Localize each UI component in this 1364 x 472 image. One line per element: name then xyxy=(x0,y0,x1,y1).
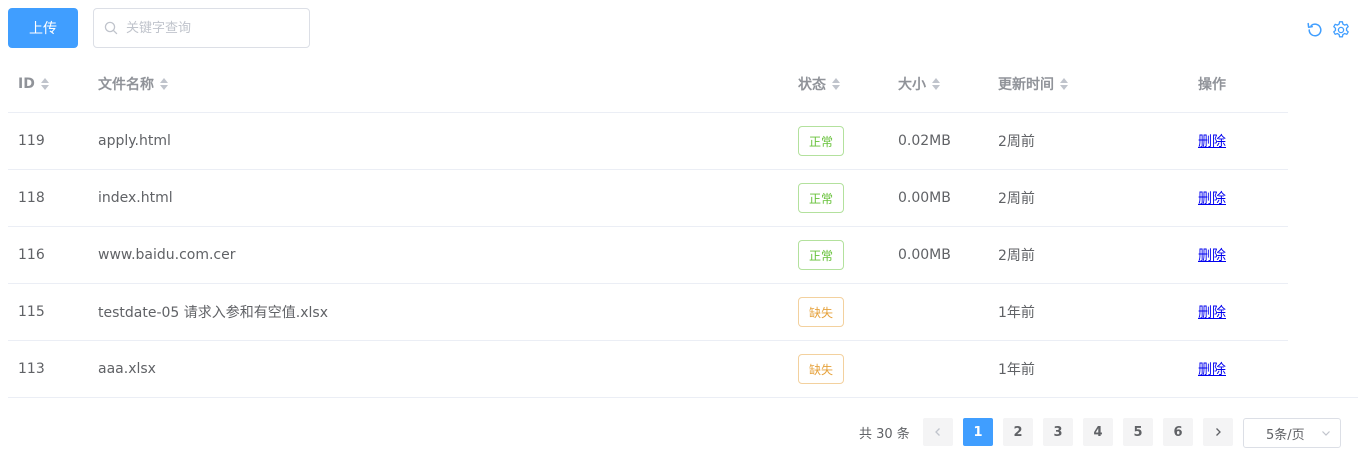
column-header-id[interactable]: ID xyxy=(18,56,49,112)
sort-icon[interactable] xyxy=(160,78,168,90)
table-divider xyxy=(8,397,1358,398)
table-row: 119 apply.html 正常 0.02MB 2周前 删除 xyxy=(8,113,1288,170)
cell-updated: 2周前 xyxy=(998,134,1035,150)
sort-icon[interactable] xyxy=(1060,78,1068,90)
chevron-left-icon xyxy=(935,428,940,436)
column-header-status[interactable]: 状态 xyxy=(798,56,840,112)
page-size-value: 5条/页 xyxy=(1266,427,1305,443)
cell-file-name: apply.html xyxy=(98,133,171,149)
chevron-down-icon xyxy=(1322,431,1330,436)
table-row: 116 www.baidu.com.cer 正常 0.00MB 2周前 删除 xyxy=(8,227,1288,284)
page-size-select[interactable]: 5条/页 xyxy=(1243,418,1341,448)
total-count: 共 30 条 xyxy=(859,426,910,442)
file-table: ID 文件名称 状态 大小 更新时间 操作 119 apply.html 正常 … xyxy=(8,56,1288,398)
page-button-5[interactable]: 5 xyxy=(1123,418,1153,446)
page-button-3[interactable]: 3 xyxy=(1043,418,1073,446)
status-badge: 缺失 xyxy=(798,297,845,327)
file-manager-page: 上传 ID 文件名称 xyxy=(0,0,1364,472)
sort-icon[interactable] xyxy=(932,78,940,90)
table-row: 113 aaa.xlsx 缺失 1年前 删除 xyxy=(8,341,1288,398)
page-button-6[interactable]: 6 xyxy=(1163,418,1193,446)
sort-icon[interactable] xyxy=(832,78,840,90)
cell-id: 113 xyxy=(18,361,45,377)
cell-id: 118 xyxy=(18,190,45,206)
next-page-button[interactable] xyxy=(1203,418,1233,446)
cell-updated: 2周前 xyxy=(998,191,1035,207)
cell-file-name: testdate-05 请求入参和有空值.xlsx xyxy=(98,305,328,321)
page-button-2[interactable]: 2 xyxy=(1003,418,1033,446)
gear-icon[interactable] xyxy=(1331,20,1351,40)
upload-button[interactable]: 上传 xyxy=(8,8,78,48)
page-button-4[interactable]: 4 xyxy=(1083,418,1113,446)
cell-file-name: index.html xyxy=(98,190,173,206)
cell-updated: 1年前 xyxy=(998,305,1035,321)
prev-page-button[interactable] xyxy=(923,418,953,446)
status-badge: 缺失 xyxy=(798,354,845,384)
column-header-updated[interactable]: 更新时间 xyxy=(998,56,1068,112)
cell-size: 0.00MB xyxy=(898,190,951,206)
cell-id: 119 xyxy=(18,133,45,149)
cell-id: 116 xyxy=(18,247,45,263)
table-row: 115 testdate-05 请求入参和有空值.xlsx 缺失 1年前 删除 xyxy=(8,284,1288,341)
cell-size: 0.00MB xyxy=(898,247,951,263)
status-badge: 正常 xyxy=(798,240,845,270)
table-header: ID 文件名称 状态 大小 更新时间 操作 xyxy=(8,56,1288,113)
sort-icon[interactable] xyxy=(40,78,49,90)
search-icon xyxy=(104,21,118,35)
search-field[interactable] xyxy=(93,8,310,48)
delete-link[interactable]: 删除 xyxy=(1198,131,1226,151)
page-button-1[interactable]: 1 xyxy=(963,418,993,446)
column-header-size[interactable]: 大小 xyxy=(898,56,940,112)
delete-link[interactable]: 删除 xyxy=(1198,359,1226,379)
chevron-right-icon xyxy=(1216,428,1221,436)
table-row: 118 index.html 正常 0.00MB 2周前 删除 xyxy=(8,170,1288,227)
search-input[interactable] xyxy=(124,19,298,37)
cell-id: 115 xyxy=(18,304,45,320)
delete-link[interactable]: 删除 xyxy=(1198,302,1226,322)
cell-file-name: aaa.xlsx xyxy=(98,361,156,377)
cell-file-name: www.baidu.com.cer xyxy=(98,247,236,263)
status-badge: 正常 xyxy=(798,183,845,213)
column-header-action: 操作 xyxy=(1198,77,1226,93)
column-header-name[interactable]: 文件名称 xyxy=(98,56,168,112)
delete-link[interactable]: 删除 xyxy=(1198,245,1226,265)
refresh-icon[interactable] xyxy=(1305,20,1325,40)
cell-updated: 1年前 xyxy=(998,362,1035,378)
delete-link[interactable]: 删除 xyxy=(1198,188,1226,208)
cell-size: 0.02MB xyxy=(898,133,951,149)
status-badge: 正常 xyxy=(798,126,845,156)
cell-updated: 2周前 xyxy=(998,248,1035,264)
